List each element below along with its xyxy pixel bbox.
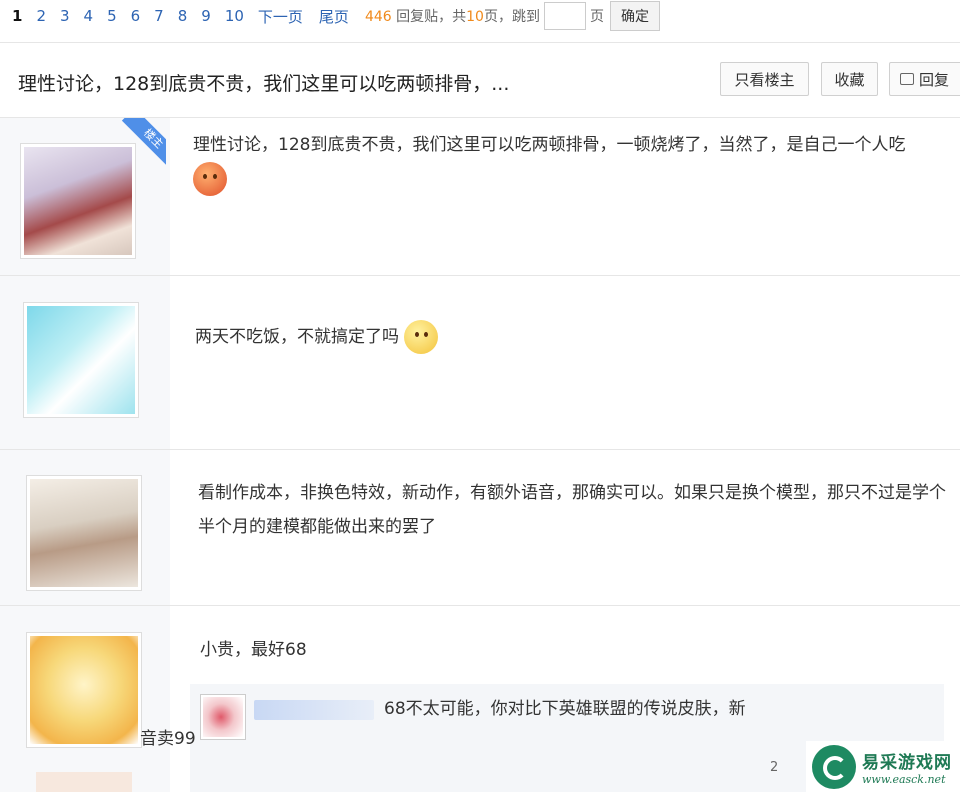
reply-button-label: 回复 (919, 70, 950, 89)
angry-face-icon (193, 162, 227, 196)
page-1[interactable]: 1 (12, 7, 22, 25)
op-badge-label: 楼主 (121, 118, 166, 168)
post-text: 小贵，最好68 (200, 640, 307, 660)
avatar[interactable] (26, 475, 142, 591)
favorite-button[interactable]: 收藏 (821, 62, 878, 96)
total-pages: 10 (466, 9, 484, 25)
page-6[interactable]: 6 (131, 7, 141, 25)
post-3: 看制作成本，非换色特效，新动作，有额外语音，那确实可以。如果只是换个模型，那只不… (0, 450, 960, 606)
sub-reply-avatar[interactable] (200, 694, 246, 740)
watermark-url: www.easck.net (862, 772, 946, 786)
post-text: 理性讨论，128到底贵不贵，我们这里可以吃两顿排骨，一顿烧烤了，当然了，是自己一… (193, 135, 906, 155)
next-post-avatar-partial (36, 772, 132, 792)
pagination-bar: 1 2 3 4 5 6 7 8 9 10 下一页 尾页 446 回复贴，共10页… (0, 0, 960, 32)
thread-header: 理性讨论，128到底贵不贵，我们这里可以吃两顿排骨，... 只看楼主 收藏 回复 (0, 42, 960, 118)
post-content: 理性讨论，128到底贵不贵，我们这里可以吃两顿排骨，一顿烧烤了，当然了，是自己一… (193, 128, 943, 196)
sub-reply-line-2: 音卖99 (140, 729, 196, 749)
post-text: 看制作成本，非换色特效，新动作，有额外语音，那确实可以。如果只是换个模型，那只不… (198, 483, 946, 537)
post-content: 小贵，最好68 (200, 633, 940, 667)
avatar-image (30, 636, 138, 744)
reply-label: 回复贴，共 (396, 9, 467, 25)
shy-face-icon (404, 320, 439, 354)
jump-page-input[interactable] (543, 2, 586, 30)
next-page-link[interactable]: 下一页 (258, 6, 303, 27)
watermark: 易采游戏网 www.easck.net (806, 741, 960, 792)
avatar-image (30, 479, 138, 587)
avatar-image (27, 306, 135, 414)
page-10[interactable]: 10 (225, 7, 244, 25)
page-4[interactable]: 4 (84, 7, 94, 25)
page-3[interactable]: 3 (60, 7, 70, 25)
page-7[interactable]: 7 (154, 7, 164, 25)
post-2: 两天不吃饭，不就搞定了吗 (0, 276, 960, 450)
page-9[interactable]: 9 (201, 7, 211, 25)
reply-icon (900, 73, 914, 85)
avatar[interactable] (23, 302, 139, 418)
post-content: 看制作成本，非换色特效，新动作，有额外语音，那确实可以。如果只是换个模型，那只不… (198, 476, 952, 544)
jump-confirm-button[interactable]: 确定 (609, 1, 660, 31)
last-page-link[interactable]: 尾页 (319, 6, 349, 27)
sub-reply-text: 68不太可能，你对比下英雄联盟的传说皮肤，新 音卖99 (140, 694, 842, 754)
op-badge: 楼主 (116, 118, 166, 168)
watermark-name: 易采游戏网 (862, 752, 952, 773)
thread-title: 理性讨论，128到底贵不贵，我们这里可以吃两顿排骨，... (18, 73, 510, 95)
sub-avatar-image (203, 697, 243, 737)
page-8[interactable]: 8 (178, 7, 188, 25)
reply-button[interactable]: 回复 (889, 62, 960, 96)
site-logo-icon (812, 744, 856, 789)
post-content: 两天不吃饭，不就搞定了吗 (195, 320, 935, 354)
sub-reply-time: 2 (770, 760, 779, 775)
page-unit-label: 页 (589, 9, 604, 25)
avatar[interactable] (26, 632, 142, 748)
pages-suffix: 页，跳到 (483, 9, 540, 25)
reply-count: 446 (364, 9, 392, 25)
reply-count-info: 446 回复贴，共10页，跳到 (365, 6, 540, 26)
page-2[interactable]: 2 (36, 7, 46, 25)
only-op-button[interactable]: 只看楼主 (720, 62, 809, 96)
post-text: 两天不吃饭，不就搞定了吗 (195, 327, 399, 347)
sub-reply-line-1: 68不太可能，你对比下英雄联盟的传说皮肤，新 (384, 699, 746, 719)
page-5[interactable]: 5 (107, 7, 117, 25)
